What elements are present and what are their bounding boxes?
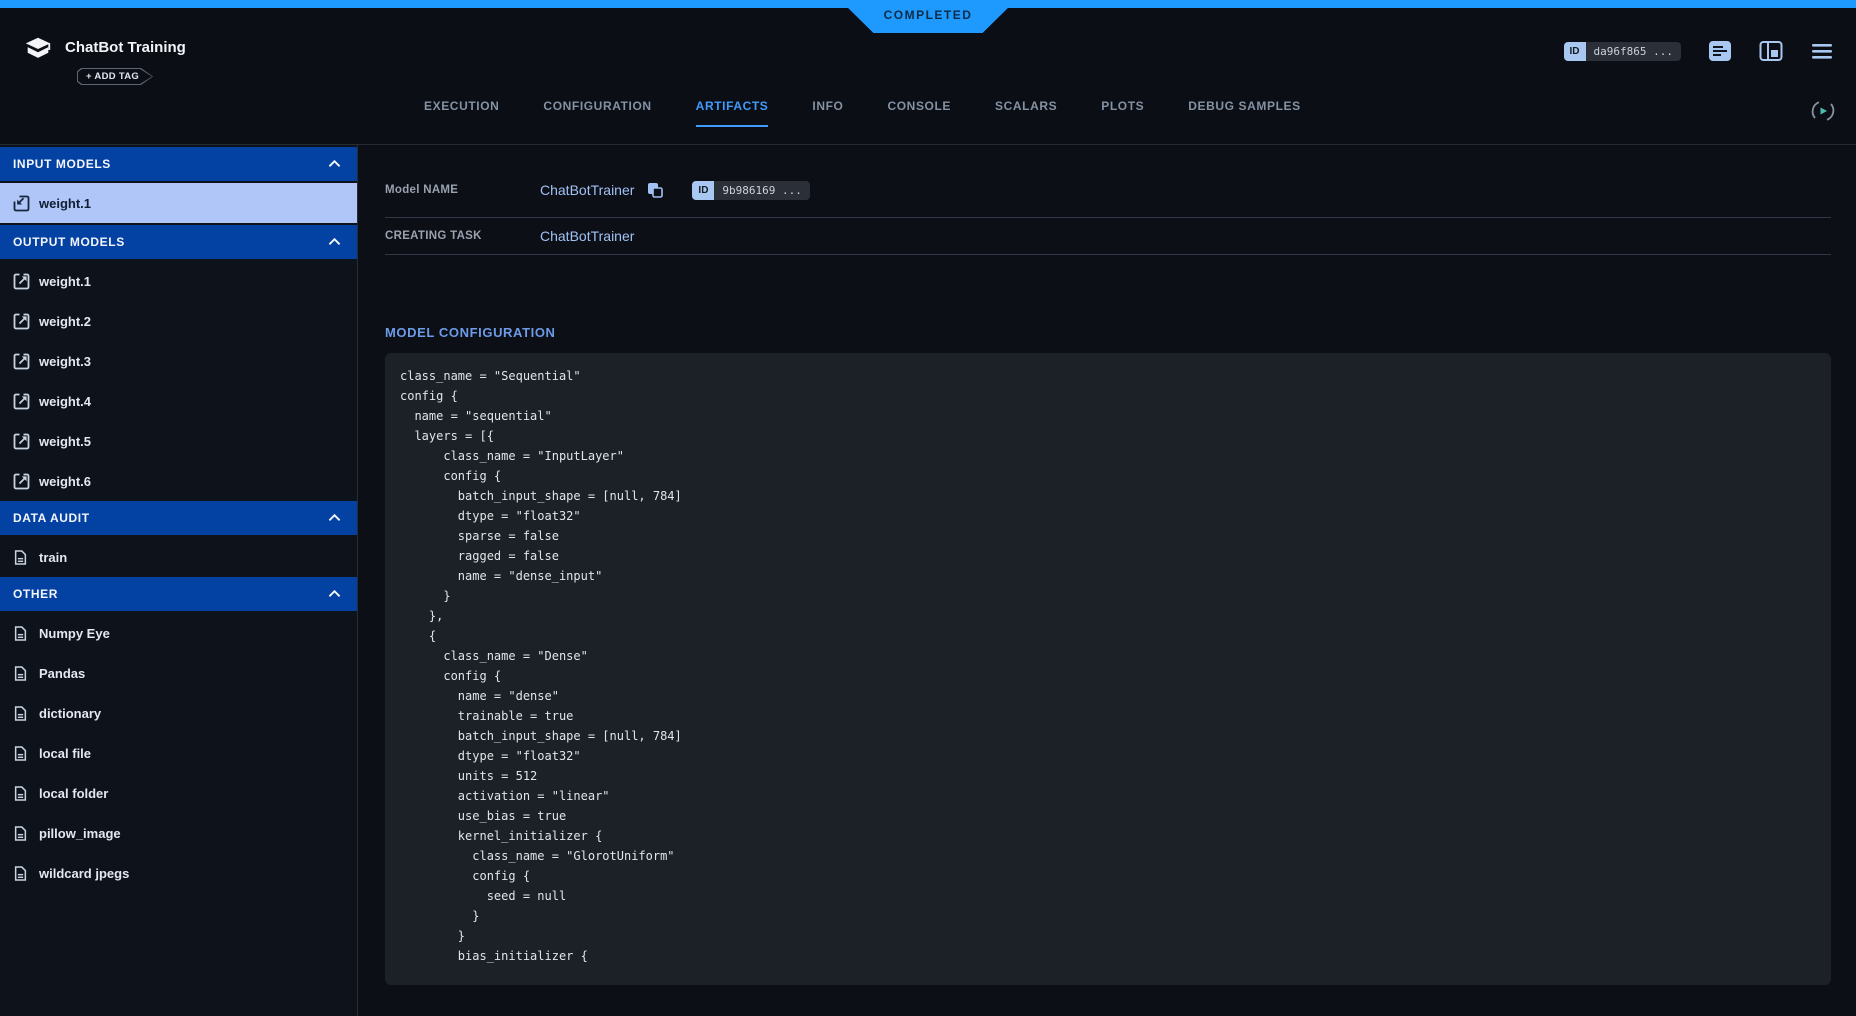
experiment-id-badge: ID da96f865 ... (1564, 42, 1681, 61)
model-configuration-code-block: class_name = "Sequential" config { name … (385, 353, 1831, 985)
sidebar-item-weight.6[interactable]: weight.6 (0, 461, 357, 501)
creating-task-label: CREATING TASK (385, 230, 540, 242)
details-panel-icon[interactable] (1708, 40, 1732, 62)
split-view-icon[interactable] (1759, 40, 1783, 62)
sidebar-item-train[interactable]: train (0, 537, 357, 577)
sidebar-item-pillow_image[interactable]: pillow_image (0, 813, 357, 853)
section-title: OTHER (13, 587, 58, 601)
section-title: OUTPUT MODELS (13, 235, 125, 249)
tab-bar: EXECUTION CONFIGURATION ARTIFACTS INFO CONSO… (0, 86, 1856, 145)
model-id-badge: ID 9b986169 ... (692, 181, 809, 200)
sidebar-item-label: train (39, 550, 67, 565)
sidebar-item-numpy-eye[interactable]: Numpy Eye (0, 613, 357, 653)
sidebar-item-label: wildcard jpegs (39, 866, 129, 881)
section-title: DATA AUDIT (13, 511, 90, 525)
artifacts-sidebar: INPUT MODELS weight.1 OUTPUT MODELS weight.… (0, 145, 358, 1016)
sidebar-item-dictionary[interactable]: dictionary (0, 693, 357, 733)
sidebar-item-label: local folder (39, 786, 108, 801)
tabs: EXECUTION CONFIGURATION ARTIFACTS INFO CONSO… (424, 86, 1301, 127)
sidebar-item-label: weight.3 (39, 354, 91, 369)
chevron-up-icon (328, 233, 341, 251)
input-model-icon (13, 195, 30, 212)
document-icon (13, 705, 30, 722)
output-model-icon (13, 433, 30, 450)
tab-plots[interactable]: PLOTS (1101, 99, 1144, 127)
output-model-icon (13, 273, 30, 290)
sidebar-item-weight.1[interactable]: weight.1 (0, 261, 357, 301)
output-model-icon (13, 313, 30, 330)
sidebar-item-label: weight.4 (39, 394, 91, 409)
sidebar-item-weight.5[interactable]: weight.5 (0, 421, 357, 461)
model-configuration-title: MODEL CONFIGURATION (385, 325, 1831, 340)
model-id-value: 9b986169 ... (714, 181, 809, 200)
document-icon (13, 785, 30, 802)
copy-icon[interactable] (646, 181, 664, 199)
sidebar-item-weight.2[interactable]: weight.2 (0, 301, 357, 341)
model-name-label: Model NAME (385, 184, 540, 196)
model-id-chip: ID (692, 181, 714, 200)
section-header-data-audit[interactable]: DATA AUDIT (0, 501, 357, 535)
sidebar-item-label: Pandas (39, 666, 85, 681)
sidebar-item-weight.4[interactable]: weight.4 (0, 381, 357, 421)
sidebar-item-label: weight.1 (39, 196, 91, 211)
sidebar-item-label: pillow_image (39, 826, 121, 841)
chevron-up-icon (328, 509, 341, 527)
menu-icon[interactable] (1810, 40, 1834, 62)
document-icon (13, 745, 30, 762)
tab-execution[interactable]: EXECUTION (424, 99, 499, 127)
tab-info[interactable]: INFO (812, 99, 843, 127)
sidebar-item-label: weight.6 (39, 474, 91, 489)
sidebar-item-weight.3[interactable]: weight.3 (0, 341, 357, 381)
tab-console[interactable]: CONSOLE (887, 99, 951, 127)
sidebar-item-weight.1[interactable]: weight.1 (0, 183, 357, 223)
auto-refresh-icon[interactable] (1810, 98, 1836, 124)
tab-artifacts[interactable]: ARTIFACTS (696, 99, 769, 127)
section-header-other[interactable]: OTHER (0, 577, 357, 611)
sidebar-item-pandas[interactable]: Pandas (0, 653, 357, 693)
output-model-icon (13, 393, 30, 410)
creating-task-link[interactable]: ChatBotTrainer (540, 228, 634, 244)
page-title: ChatBot Training (65, 39, 186, 56)
tab-debug-samples[interactable]: DEBUG SAMPLES (1188, 99, 1300, 127)
document-icon (13, 625, 30, 642)
section-header-output-models[interactable]: OUTPUT MODELS (0, 225, 357, 259)
document-icon (13, 665, 30, 682)
section-header-input-models[interactable]: INPUT MODELS (0, 147, 357, 181)
id-value: da96f865 ... (1586, 42, 1681, 61)
add-tag-label: + ADD TAG (78, 69, 152, 84)
document-icon (13, 549, 30, 566)
tab-configuration[interactable]: CONFIGURATION (543, 99, 651, 127)
sidebar-item-label: dictionary (39, 706, 101, 721)
sidebar-item-label: Numpy Eye (39, 626, 110, 641)
chevron-up-icon (328, 155, 341, 173)
sidebar-item-label: weight.1 (39, 274, 91, 289)
sidebar-item-local-folder[interactable]: local folder (0, 773, 357, 813)
sidebar-item-wildcard-jpegs[interactable]: wildcard jpegs (0, 853, 357, 893)
model-name-link[interactable]: ChatBotTrainer (540, 182, 634, 198)
chevron-up-icon (328, 585, 341, 603)
section-title: INPUT MODELS (13, 157, 111, 171)
model-configuration-code: class_name = "Sequential" config { name … (400, 366, 1816, 966)
sidebar-item-label: weight.2 (39, 314, 91, 329)
app-logo-icon (23, 34, 53, 64)
sidebar-item-label: weight.5 (39, 434, 91, 449)
id-chip: ID (1564, 42, 1586, 61)
document-icon (13, 865, 30, 882)
sidebar-item-label: local file (39, 746, 91, 761)
output-model-icon (13, 353, 30, 370)
output-model-icon (13, 473, 30, 490)
artifact-details: Model NAME ChatBotTrainer ID 9b986169 ..… (358, 145, 1856, 1016)
add-tag-button[interactable]: + ADD TAG (77, 68, 153, 85)
tab-scalars[interactable]: SCALARS (995, 99, 1057, 127)
sidebar-item-local-file[interactable]: local file (0, 733, 357, 773)
document-icon (13, 825, 30, 842)
